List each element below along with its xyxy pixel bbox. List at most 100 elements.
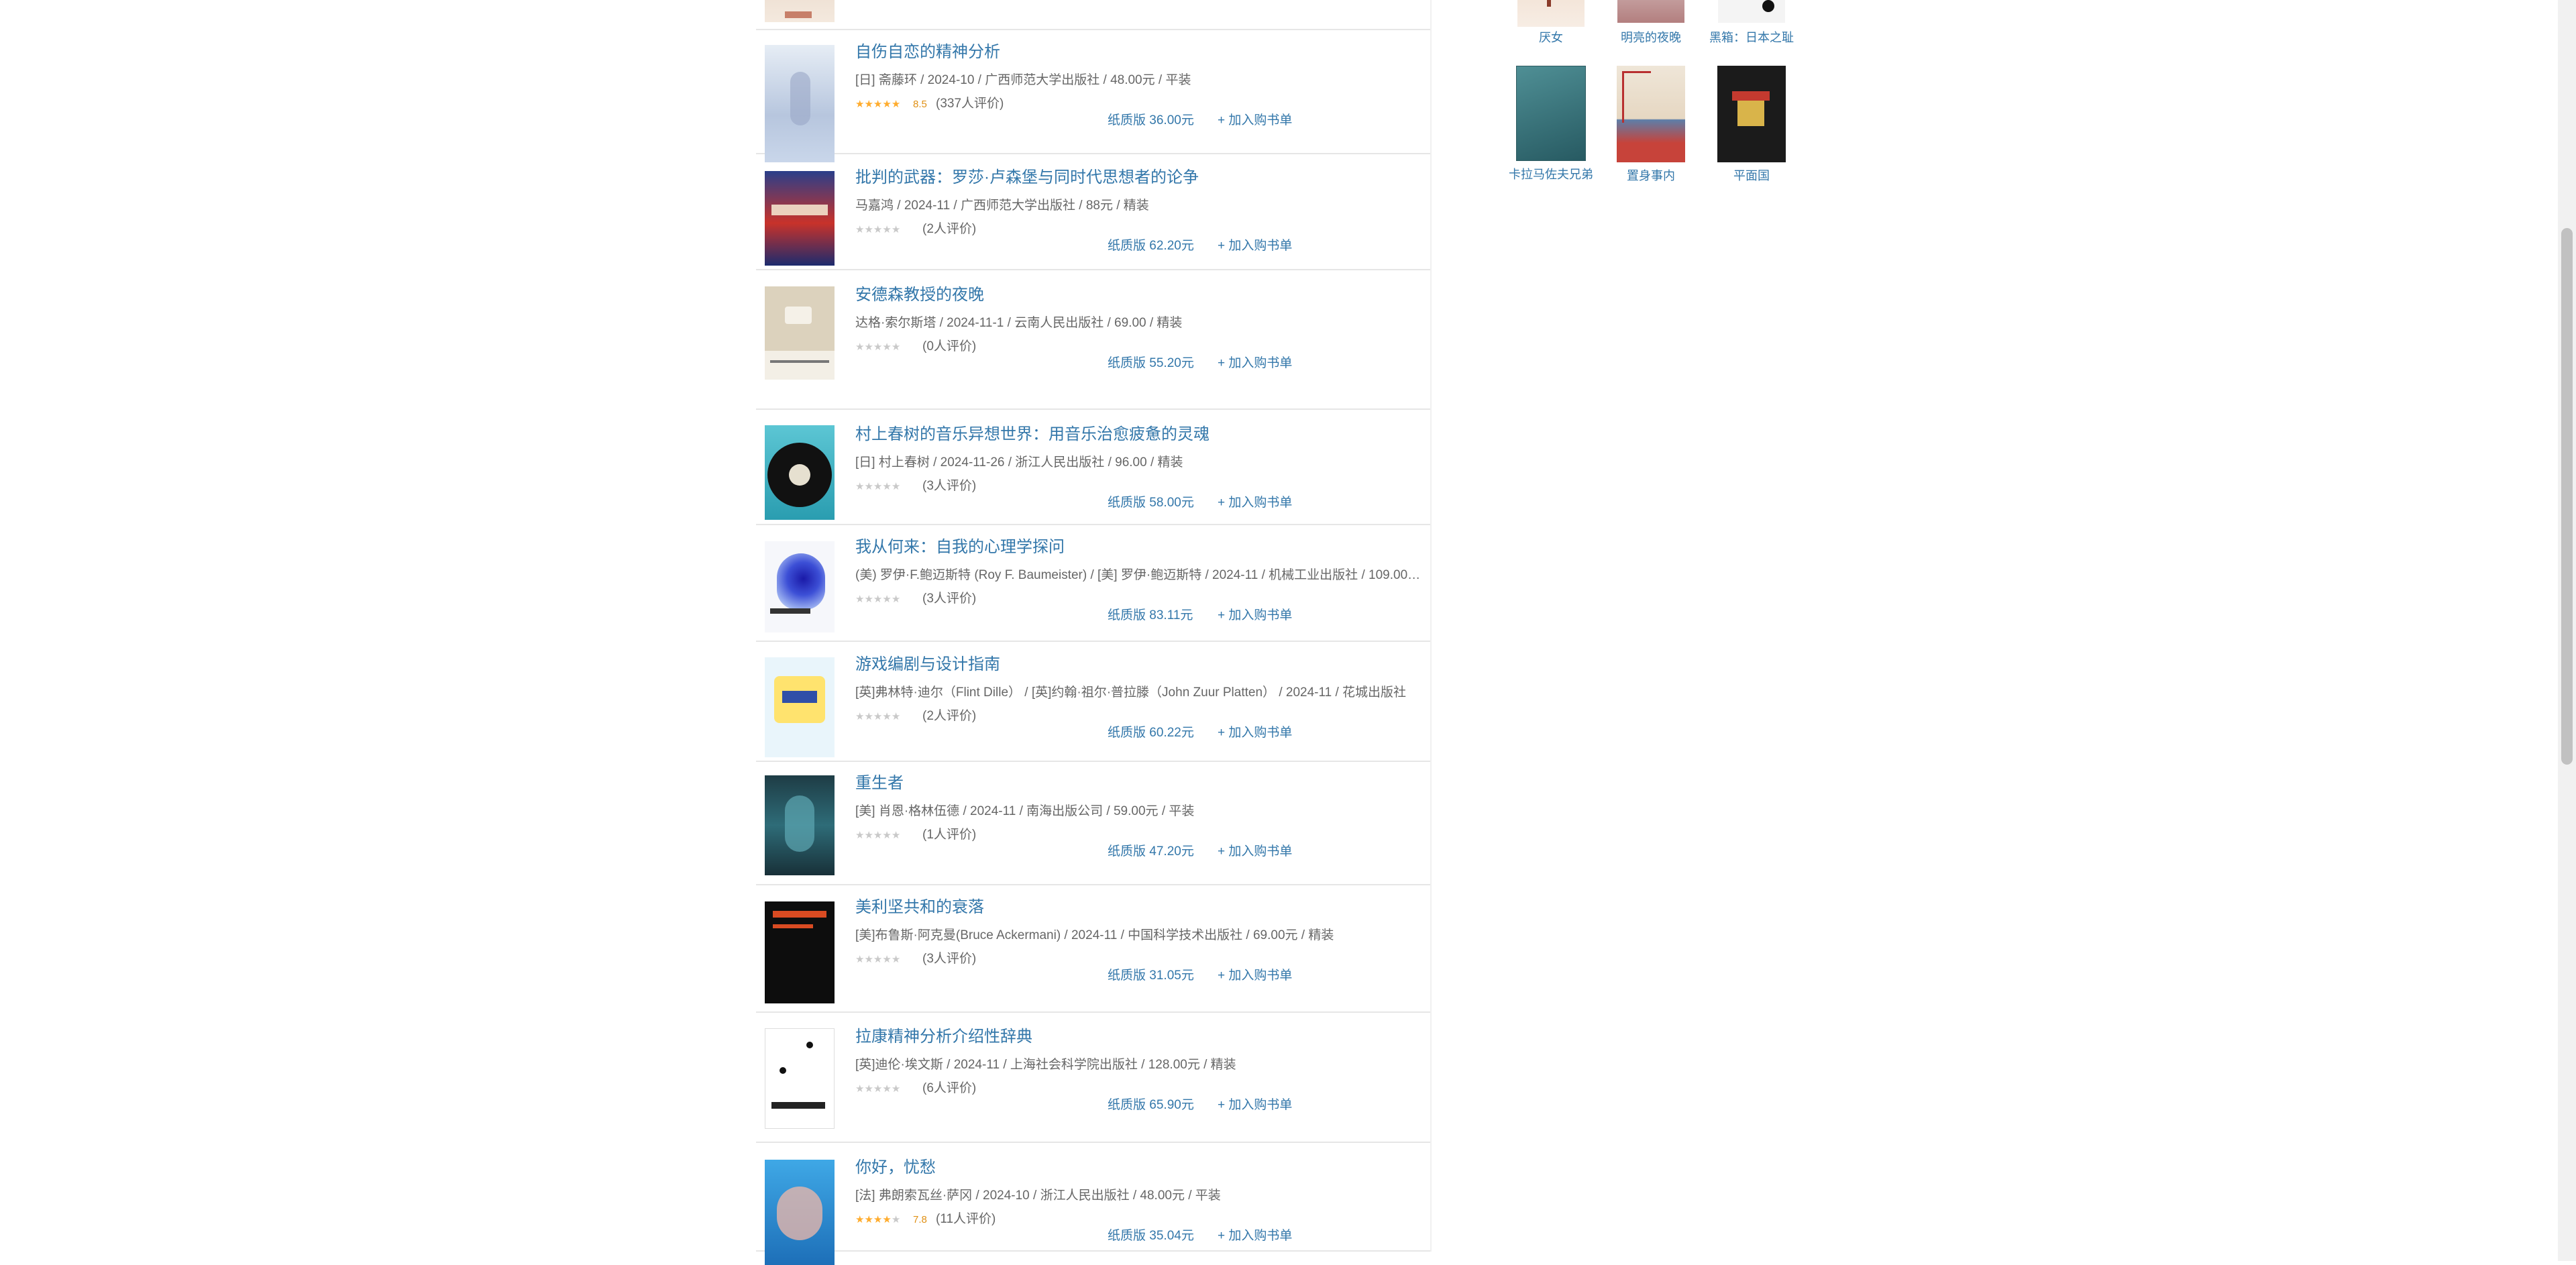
sidebar-book[interactable]: 厌女 xyxy=(1501,0,1601,46)
scrollbar-thumb[interactable] xyxy=(2561,228,2573,765)
book-rating-line: ★★★★★ (6人评价) 纸质版 65.90元 + 加入购书单 xyxy=(855,1079,1421,1112)
rating-count: (6人评价) xyxy=(922,1081,977,1095)
rating-score: 7.8 xyxy=(913,1214,927,1225)
book-rating-line: ★★★★★ (2人评价) 纸质版 60.22元 + 加入购书单 xyxy=(855,706,1421,740)
rating-count: (2人评价) xyxy=(922,222,977,236)
book-cover[interactable] xyxy=(765,425,835,520)
book-publication-info: [英]弗林特·迪尔（Flint Dille） / [英]约翰·祖尔·普拉滕（Jo… xyxy=(855,685,1407,700)
book-rating-line: ★★★★★ (3人评价) 纸质版 31.05元 + 加入购书单 xyxy=(855,949,1421,983)
sidebar-book[interactable]: 置身事内 xyxy=(1601,66,1701,184)
sidebar-book-cover[interactable] xyxy=(1517,0,1585,27)
paper-price-link[interactable]: 纸质版 35.04元 xyxy=(1108,1225,1194,1244)
book-title-link[interactable]: 你好，忧愁 xyxy=(855,1157,1421,1178)
rating-count: (3人评价) xyxy=(922,592,977,606)
sidebar-book-cover[interactable] xyxy=(1516,66,1586,161)
book-item: 我从何来：自我的心理学探问 (美) 罗伊·F.鲍迈斯特 (Roy F. Baume… xyxy=(756,525,1430,642)
paper-price-link[interactable]: 纸质版 36.00元 xyxy=(1108,110,1194,128)
book-title-link[interactable]: 重生者 xyxy=(855,773,1421,794)
sidebar-book-cover[interactable] xyxy=(1718,0,1785,23)
rating-stars-icon: ★★★★★ xyxy=(855,481,901,492)
sidebar-book-cover[interactable] xyxy=(1617,66,1685,162)
book-publication-info: 达格·索尔斯塔 / 2024-11-1 / 云南人民出版社 / 69.00 / … xyxy=(855,316,1183,330)
sidebar-recommendations: 厌女 明亮的夜晚 黑箱：日本之耻 卡拉马佐夫兄弟 置身事内 平面国 xyxy=(1476,0,1851,201)
book-item: 批判的武器：罗莎·卢森堡与同时代思想者的论争马嘉鸿 / 2024-11 / 广西… xyxy=(756,154,1430,270)
book-cover[interactable] xyxy=(765,901,835,1003)
book-title-link[interactable]: 安德森教授的夜晚 xyxy=(855,284,1421,306)
book-cover[interactable] xyxy=(765,657,835,757)
book-cover[interactable] xyxy=(765,171,835,266)
paper-price-link[interactable]: 纸质版 65.90元 xyxy=(1108,1095,1194,1113)
rating-count: (3人评价) xyxy=(922,479,977,493)
book-publication-info: 马嘉鸿 / 2024-11 / 广西师范大学出版社 / 88元 / 精装 xyxy=(855,199,1149,213)
sidebar-book-title[interactable]: 平面国 xyxy=(1701,168,1802,184)
book-item: 重生者 [美] 肖恩·格林伍德 / 2024-11 / 南海出版公司 / 59.0… xyxy=(756,762,1430,885)
sidebar-book-cover[interactable] xyxy=(1717,66,1786,162)
book-info: 游戏编剧与设计指南 [英]弗林特·迪尔（Flint Dille） / [英]约翰·… xyxy=(855,654,1421,740)
sidebar-book[interactable]: 平面国 xyxy=(1701,66,1802,184)
add-to-booklist-link[interactable]: + 加入购书单 xyxy=(1218,605,1292,623)
sidebar-book-cover[interactable] xyxy=(1617,0,1684,23)
book-info: 美利坚共和的衰落 [美]布鲁斯·阿克曼(Bruce Ackermani) / 20… xyxy=(855,897,1421,983)
sidebar-book-title[interactable]: 置身事内 xyxy=(1601,168,1701,184)
book-title-link[interactable]: 村上春树的音乐异想世界：用音乐治愈疲惫的灵魂 xyxy=(855,424,1421,445)
rating-stars-icon: ★★★★★ xyxy=(855,594,901,605)
add-to-booklist-link[interactable]: + 加入购书单 xyxy=(1218,353,1292,371)
rating-count: (0人评价) xyxy=(922,339,977,353)
book-rating-line: ★★★★★ (3人评价) 纸质版 83.11元 + 加入购书单 xyxy=(855,589,1421,622)
rating-score: 8.5 xyxy=(913,99,927,110)
add-to-booklist-link[interactable]: + 加入购书单 xyxy=(1218,722,1292,740)
paper-price-link[interactable]: 纸质版 47.20元 xyxy=(1108,841,1194,859)
sidebar-book[interactable]: 明亮的夜晚 xyxy=(1601,0,1701,46)
sidebar-book-title[interactable]: 厌女 xyxy=(1501,30,1601,46)
book-title-link[interactable]: 游戏编剧与设计指南 xyxy=(855,654,1421,675)
book-cover[interactable] xyxy=(765,0,835,22)
rating-count: (337人评价) xyxy=(936,97,1004,111)
book-cover[interactable] xyxy=(765,775,835,875)
sidebar-book[interactable]: 黑箱：日本之耻 xyxy=(1701,0,1802,46)
paper-price-link[interactable]: 纸质版 83.11元 xyxy=(1108,605,1193,623)
book-cover[interactable] xyxy=(765,541,835,632)
add-to-booklist-link[interactable]: + 加入购书单 xyxy=(1218,110,1292,128)
add-to-booklist-link[interactable]: + 加入购书单 xyxy=(1218,1225,1292,1244)
book-item: 你好，忧愁 [法] 弗朗索瓦丝·萨冈 / 2024-10 / 浙江人民出版社 / … xyxy=(756,1143,1430,1265)
book-title-link[interactable]: 美利坚共和的衰落 xyxy=(855,897,1421,918)
book-info: 批判的武器：罗莎·卢森堡与同时代思想者的论争马嘉鸿 / 2024-11 / 广西… xyxy=(855,167,1421,253)
book-publication-info: [日] 斋藤环 / 2024-10 / 广西师范大学出版社 / 48.00元 /… xyxy=(855,73,1191,87)
sidebar-book-title[interactable]: 卡拉马佐夫兄弟 xyxy=(1501,166,1601,182)
book-item: 自伤自恋的精神分析 [日] 斋藤环 / 2024-10 / 广西师范大学出版社 /… xyxy=(756,30,1430,162)
rating-stars-icon: ★★★★★ xyxy=(855,711,901,722)
rating-count: (3人评价) xyxy=(922,952,977,966)
book-title-link[interactable]: 自伤自恋的精神分析 xyxy=(855,42,1421,63)
book-cover[interactable] xyxy=(765,1028,835,1129)
sidebar-book-title[interactable]: 黑箱：日本之耻 xyxy=(1701,30,1802,46)
rating-stars-icon: ★★★★★ xyxy=(855,1214,901,1225)
add-to-booklist-link[interactable]: + 加入购书单 xyxy=(1218,965,1292,983)
book-title-link[interactable]: 批判的武器：罗莎·卢森堡与同时代思想者的论争 xyxy=(855,167,1421,188)
book-title-link[interactable]: 我从何来：自我的心理学探问 xyxy=(855,537,1421,558)
book-cover[interactable] xyxy=(765,45,835,162)
book-info: 安德森教授的夜晚达格·索尔斯塔 / 2024-11-1 / 云南人民出版社 / … xyxy=(855,284,1421,370)
book-rating-line: ★★★★★ (0人评价) 纸质版 55.20元 + 加入购书单 xyxy=(855,337,1421,370)
vertical-scrollbar[interactable] xyxy=(2558,0,2576,1261)
paper-price-link[interactable]: 纸质版 60.22元 xyxy=(1108,722,1194,740)
book-rating-line: ★★★★★ 8.5 (337人评价) 纸质版 36.00元 + 加入购书单 xyxy=(855,94,1421,127)
book-rating-line: ★★★★★ (3人评价) 纸质版 58.00元 + 加入购书单 xyxy=(855,476,1421,510)
book-item: 安德森教授的夜晚达格·索尔斯塔 / 2024-11-1 / 云南人民出版社 / … xyxy=(756,270,1430,410)
add-to-booklist-link[interactable]: + 加入购书单 xyxy=(1218,841,1292,859)
sidebar-book[interactable]: 卡拉马佐夫兄弟 xyxy=(1501,66,1601,182)
add-to-booklist-link[interactable]: + 加入购书单 xyxy=(1218,492,1292,510)
paper-price-link[interactable]: 纸质版 58.00元 xyxy=(1108,492,1194,510)
add-to-booklist-link[interactable]: + 加入购书单 xyxy=(1218,235,1292,254)
paper-price-link[interactable]: 纸质版 55.20元 xyxy=(1108,353,1194,371)
book-title-link[interactable]: 拉康精神分析介绍性辞典 xyxy=(855,1026,1421,1048)
rating-count: (11人评价) xyxy=(936,1212,996,1226)
book-cover[interactable] xyxy=(765,286,835,380)
rating-stars-icon: ★★★★★ xyxy=(855,341,901,353)
add-to-booklist-link[interactable]: + 加入购书单 xyxy=(1218,1095,1292,1113)
sidebar-book-title[interactable]: 明亮的夜晚 xyxy=(1601,30,1701,46)
book-cover[interactable] xyxy=(765,1160,835,1265)
book-item: 游戏编剧与设计指南 [英]弗林特·迪尔（Flint Dille） / [英]约翰·… xyxy=(756,642,1430,762)
book-info: 村上春树的音乐异想世界：用音乐治愈疲惫的灵魂 [日] 村上春树 / 2024-11… xyxy=(855,424,1421,510)
paper-price-link[interactable]: 纸质版 31.05元 xyxy=(1108,965,1194,983)
paper-price-link[interactable]: 纸质版 62.20元 xyxy=(1108,235,1194,254)
